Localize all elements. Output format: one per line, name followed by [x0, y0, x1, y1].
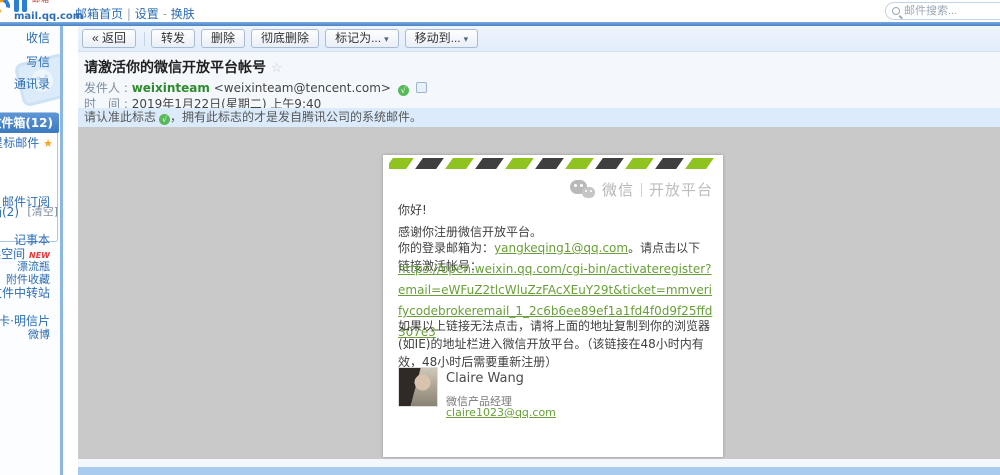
sender-name-link[interactable]: weixinteam [132, 81, 210, 95]
sidebar-item-starred[interactable]: ★ 星标邮件 [0, 133, 59, 153]
mail-toolbar: « 返回 转发 删除 彻底删除 标记为...▾ 移动到...▾ [78, 26, 1000, 52]
nav-mail-home-link[interactable]: 邮箱首页 [75, 7, 123, 21]
sidebar-item-subscriptions[interactable]: 邮件订阅 [0, 194, 60, 210]
delete-forever-button[interactable]: 彻底删除 [251, 29, 319, 48]
subject-star-icon[interactable]: ☆ [271, 61, 283, 76]
search-input[interactable] [904, 5, 1000, 17]
greeting-text: 你好! [398, 201, 710, 219]
sidebar: 收信 写信 通讯录 收件箱(12) ★ 星标邮件 垃圾箱(2) [清空] 邮件订… [0, 26, 60, 475]
chevron-down-icon: ▾ [384, 34, 389, 44]
bottom-scroll-strip [78, 467, 1000, 475]
sidebar-divider [60, 26, 63, 475]
wechat-open-platform-brand: 微信 开放平台 [570, 179, 713, 200]
qqmail-logo[interactable]: 邮箱 mail.qq.com [0, 0, 70, 22]
brand-divider [641, 183, 642, 197]
login-email-link[interactable]: yangkeqing1@qq.com [494, 241, 628, 255]
mail-content-card: 微信 开放平台 你好! 感谢你注册微信开放平台。 你的登录邮箱为：yangkeq… [383, 155, 723, 457]
toolbar-separator [144, 32, 145, 46]
sender-address: <weixinteam@tencent.com> [214, 81, 391, 95]
move-to-dropdown[interactable]: 移动到...▾ [405, 29, 479, 48]
back-button[interactable]: « 返回 [82, 29, 136, 48]
search-icon [892, 7, 900, 15]
brand-suffix: 开放平台 [649, 179, 713, 200]
fallback-instructions: 如果以上链接无法点击，请将上面的地址复制到你的浏览器(如IE)的地址栏进入微信开… [398, 317, 710, 371]
nav-settings-link[interactable]: 设置 [135, 7, 159, 21]
sidebar-item-compose[interactable]: 写信 [0, 54, 60, 70]
delete-button[interactable]: 删除 [201, 29, 245, 48]
sidebar-item-file-transfer[interactable]: 文件中转站 [0, 285, 60, 301]
logo-url-text: mail.qq.com [14, 11, 83, 22]
sidebar-item-contacts[interactable]: 通讯录 [0, 76, 60, 92]
mark-as-dropdown[interactable]: 标记为...▾ [325, 29, 399, 48]
mail-subject: 请激活你的微信开放平台帐号 ☆ [84, 57, 283, 77]
top-header: 邮箱 mail.qq.com 邮箱首页 | 设置 - 换肤 [0, 0, 1000, 22]
tencent-verified-icon: √ [159, 114, 170, 125]
forward-button[interactable]: 转发 [151, 29, 195, 48]
sidebar-item-inbox[interactable]: 收件箱(12) [0, 113, 59, 133]
folder-list: 收件箱(12) ★ 星标邮件 [0, 112, 58, 242]
logo-swash [0, 0, 13, 17]
hazard-stripes [389, 158, 717, 169]
nav-separator: | [127, 7, 131, 21]
from-row: 发件人 : weixinteam <weixinteam@tencent.com… [84, 79, 427, 96]
top-nav: 邮箱首页 | 设置 - 换肤 [75, 5, 195, 22]
brand-name: 微信 [602, 179, 634, 200]
signature-email-link[interactable]: claire1023@qq.com [446, 406, 556, 419]
mail-reading-pane: « 返回 转发 删除 彻底删除 标记为...▾ 移动到...▾ 请激活你的微信开… [78, 26, 1000, 467]
mail-search-box[interactable] [885, 2, 1000, 20]
chevron-down-icon: ▾ [464, 34, 469, 44]
sidebar-item-receive[interactable]: 收信 [0, 30, 60, 46]
signature-name: Claire Wang [446, 371, 524, 386]
mail-body-background: 微信 开放平台 你好! 感谢你注册微信开放平台。 你的登录邮箱为：yangkeq… [78, 127, 1000, 459]
nav-separator: - [163, 7, 167, 21]
nav-skin-link[interactable]: 换肤 [171, 7, 195, 21]
tencent-verified-icon: √ [398, 85, 409, 96]
star-icon: ★ [43, 137, 53, 150]
sidebar-item-weibo[interactable]: 微博 [0, 327, 60, 343]
profile-card-icon[interactable] [416, 82, 427, 93]
wechat-logo-icon [570, 180, 596, 200]
sender-avatar [398, 367, 438, 407]
anti-fraud-notice: 请认准此标志√，拥有此标志的才是发自腾讯公司的系统邮件。 [78, 108, 1000, 127]
logo-red-text: 邮箱 [32, 0, 50, 5]
